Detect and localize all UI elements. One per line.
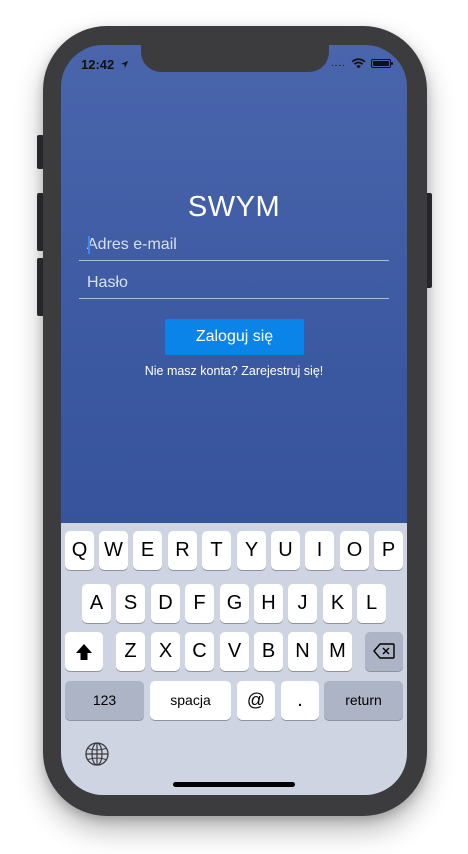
status-time-text: 12:42 xyxy=(81,57,115,72)
status-bar-right: .... xyxy=(330,57,393,69)
wifi-icon xyxy=(351,58,366,69)
signal-icon: .... xyxy=(330,57,346,69)
email-field-container xyxy=(79,230,389,261)
backspace-key[interactable] xyxy=(365,632,403,671)
app-title: SWYM xyxy=(187,191,281,223)
key-e[interactable]: E xyxy=(133,531,162,570)
key-f[interactable]: F xyxy=(185,584,214,623)
password-field[interactable] xyxy=(87,270,377,296)
keyboard-row-3: Z X C V B N M xyxy=(61,632,407,671)
key-b[interactable]: B xyxy=(254,632,283,671)
key-t[interactable]: T xyxy=(202,531,231,570)
keyboard-row-2: A S D F G H J K L xyxy=(61,584,407,623)
key-y[interactable]: Y xyxy=(237,531,266,570)
space-key[interactable]: spacja xyxy=(150,681,231,720)
shift-key[interactable] xyxy=(65,632,103,671)
register-link[interactable]: Nie masz konta? Zarejestruj się! xyxy=(61,364,407,378)
key-i[interactable]: I xyxy=(305,531,334,570)
key-k[interactable]: K xyxy=(323,584,352,623)
key-d[interactable]: D xyxy=(151,584,180,623)
numbers-key[interactable]: 123 xyxy=(65,681,144,720)
text-cursor xyxy=(88,236,90,254)
key-n[interactable]: N xyxy=(288,632,317,671)
key-p[interactable]: P xyxy=(374,531,403,570)
home-indicator[interactable] xyxy=(173,782,295,787)
key-l[interactable]: L xyxy=(357,584,386,623)
location-arrow-icon xyxy=(120,60,128,69)
shift-arrow-icon xyxy=(76,644,92,660)
key-c[interactable]: C xyxy=(185,632,214,671)
phone-screen: 12:42 .... SWYM Zaloguj się Nie masz kon… xyxy=(61,45,407,795)
password-field-container xyxy=(79,268,389,299)
on-screen-keyboard: Q W E R T Y U I O P A S D F G H J K L Z … xyxy=(61,523,407,795)
at-key[interactable]: @ xyxy=(237,681,275,720)
key-q[interactable]: Q xyxy=(65,531,94,570)
key-g[interactable]: G xyxy=(220,584,249,623)
key-o[interactable]: O xyxy=(340,531,369,570)
email-field[interactable] xyxy=(87,232,377,258)
key-h[interactable]: H xyxy=(254,584,283,623)
key-a[interactable]: A xyxy=(82,584,111,623)
device-mockup: 12:42 .... SWYM Zaloguj się Nie masz kon… xyxy=(0,0,468,854)
keyboard-row-1: Q W E R T Y U I O P xyxy=(61,531,407,570)
battery-icon xyxy=(371,59,393,68)
key-m[interactable]: M xyxy=(323,632,352,671)
dot-key[interactable]: . xyxy=(281,681,319,720)
key-v[interactable]: V xyxy=(220,632,249,671)
key-z[interactable]: Z xyxy=(116,632,145,671)
return-key[interactable]: return xyxy=(324,681,403,720)
status-bar-time: 12:42 xyxy=(81,57,129,72)
keyboard-row-4: 123 spacja @ . return xyxy=(61,681,407,720)
key-w[interactable]: W xyxy=(99,531,128,570)
key-j[interactable]: J xyxy=(288,584,317,623)
key-r[interactable]: R xyxy=(168,531,197,570)
login-button[interactable]: Zaloguj się xyxy=(165,319,304,355)
backspace-icon xyxy=(373,643,395,659)
key-s[interactable]: S xyxy=(116,584,145,623)
key-x[interactable]: X xyxy=(151,632,180,671)
notch xyxy=(141,45,329,72)
key-u[interactable]: U xyxy=(271,531,300,570)
globe-icon[interactable] xyxy=(84,741,110,767)
